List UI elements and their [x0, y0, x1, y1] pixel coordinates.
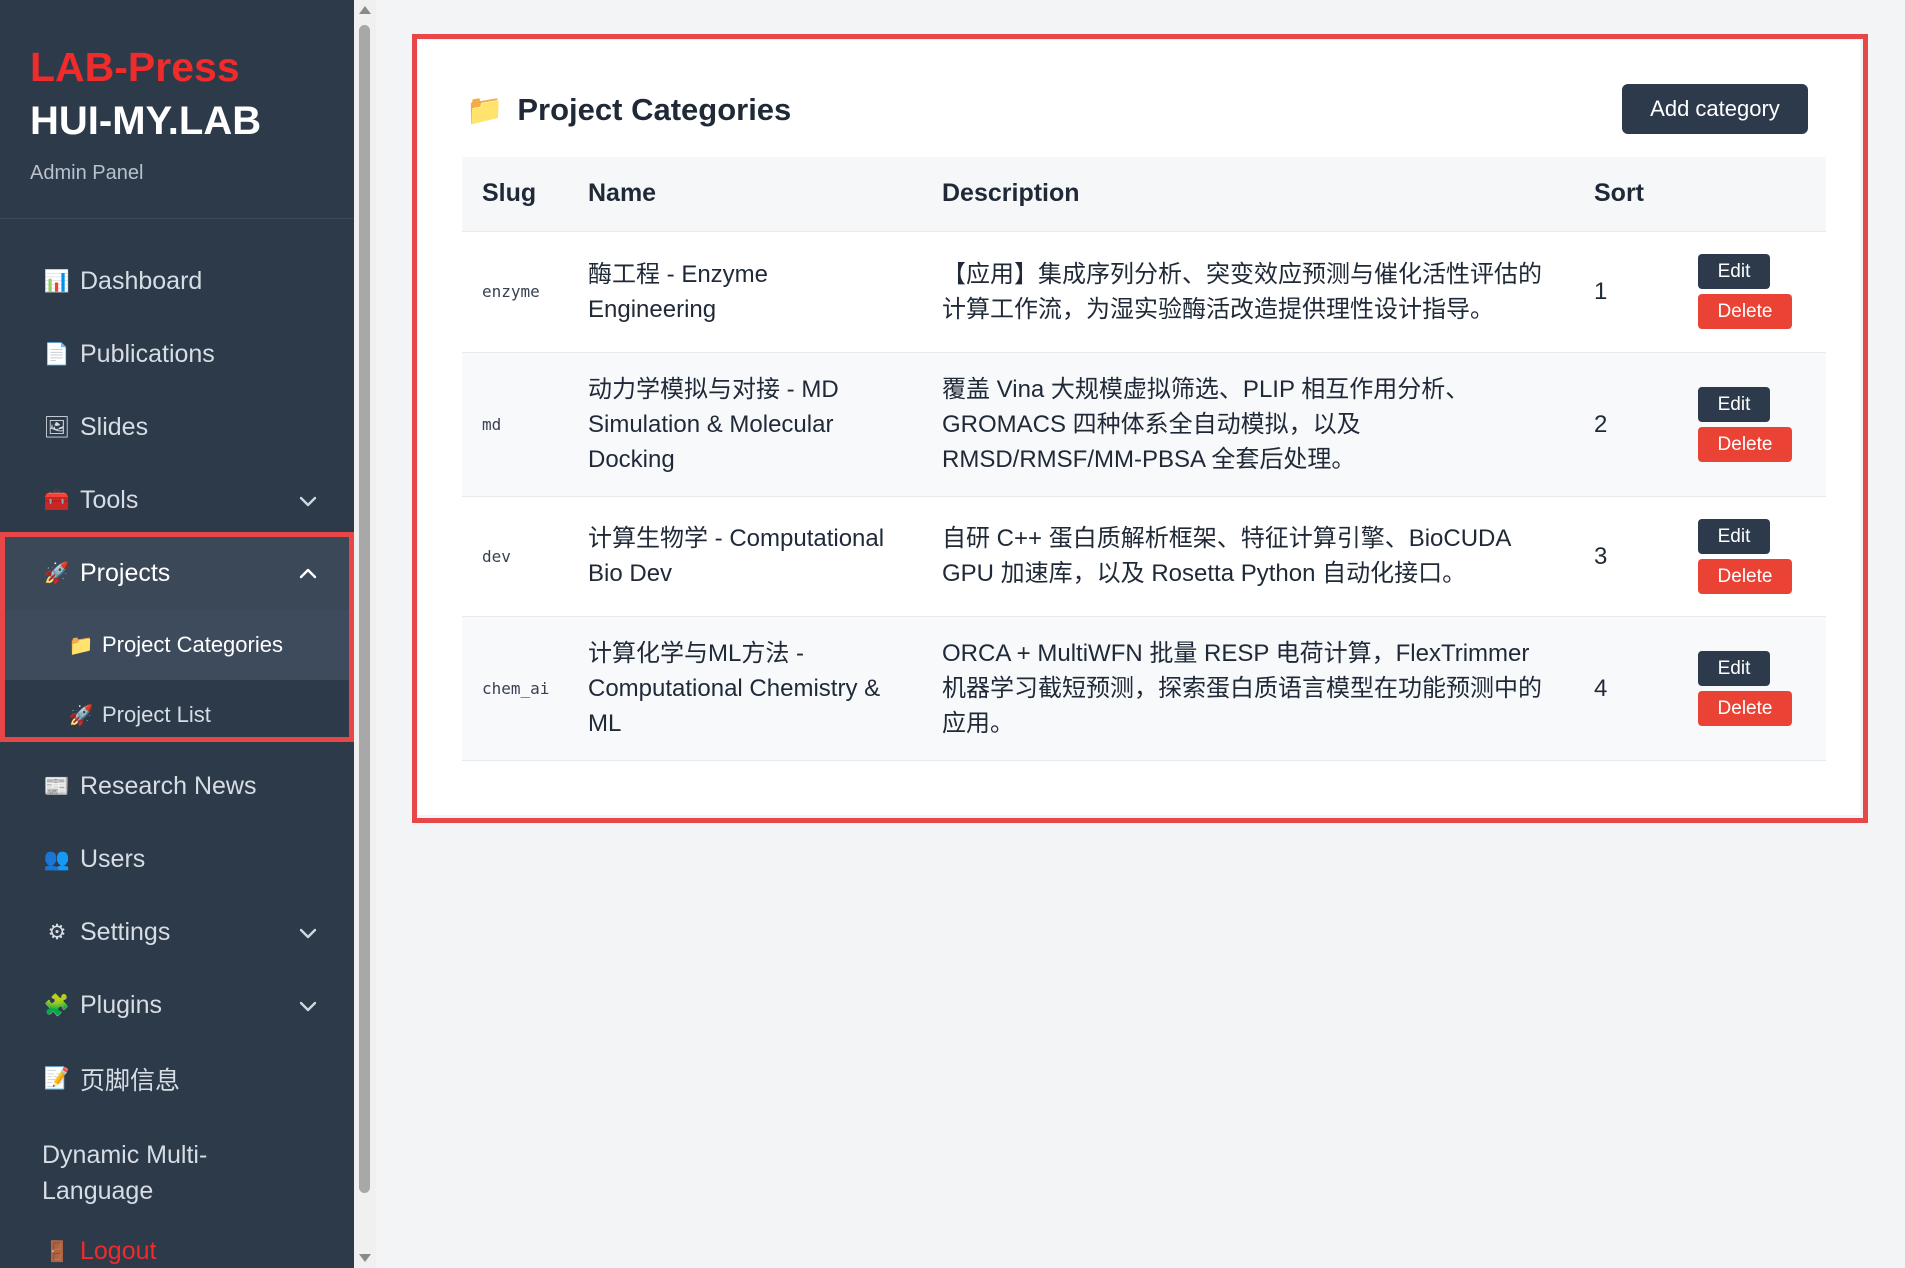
scroll-up-arrow-icon[interactable] — [359, 6, 371, 14]
delete-button[interactable]: Delete — [1698, 294, 1792, 329]
memo-icon: 📝 — [43, 1066, 71, 1090]
cell-description: ORCA + MultiWFN 批量 RESP 电荷计算，FlexTrimmer… — [922, 615, 1574, 760]
users-icon: 👥 — [43, 847, 71, 871]
cell-slug: enzyme — [462, 230, 568, 352]
sidebar-item-label: Dashboard — [80, 267, 203, 295]
sidebar-item-settings[interactable]: ⚙ Settings — [0, 896, 354, 969]
cell-name: 计算生物学 - Computational Bio Dev — [568, 495, 922, 616]
sidebar: LAB-Press HUI-MY.LAB Admin Panel 📊 Dashb… — [0, 0, 354, 1268]
table-row: md 动力学模拟与对接 - MD Simulation & Molecular … — [462, 351, 1826, 496]
sidebar-item-slides[interactable]: 🖼 Slides — [0, 391, 354, 464]
brand: LAB-Press HUI-MY.LAB Admin Panel — [0, 0, 354, 219]
page-title: 📁 Project Categories — [466, 92, 791, 128]
folder-icon: 📁 — [466, 93, 504, 127]
logout-link[interactable]: 🚪 Logout — [0, 1231, 354, 1268]
sidebar-subitem-project-categories[interactable]: 📁 Project Categories — [0, 610, 354, 680]
picture-icon: 🖼 — [43, 415, 71, 439]
sidebar-subitem-project-list[interactable]: 🚀 Project List — [0, 680, 354, 750]
sidebar-nav: 📊 Dashboard 📄 Publications 🖼 Slides 🧰 To… — [0, 245, 354, 1268]
categories-table: Slug Name Description Sort enzyme 酶工程 - … — [462, 157, 1826, 761]
cell-slug: chem_ai — [462, 615, 568, 760]
sidebar-item-research-news[interactable]: 📰 Research News — [0, 750, 354, 823]
column-header-name[interactable]: Name — [568, 157, 922, 231]
rocket-icon: 🚀 — [68, 704, 94, 727]
cell-name: 动力学模拟与对接 - MD Simulation & Molecular Doc… — [568, 351, 922, 496]
sidebar-item-plugins[interactable]: 🧩 Plugins — [0, 969, 354, 1042]
newspaper-icon: 📰 — [43, 774, 71, 798]
cell-description: 自研 C++ 蛋白质解析框架、特征计算引擎、BioCUDA GPU 加速库，以及… — [922, 495, 1574, 616]
chevron-up-icon[interactable] — [298, 564, 318, 584]
delete-button[interactable]: Delete — [1698, 690, 1792, 726]
chevron-down-icon[interactable] — [298, 996, 318, 1016]
sidebar-item-label: Users — [80, 845, 146, 873]
table-header-row: Slug Name Description Sort — [462, 157, 1826, 231]
column-header-actions — [1672, 157, 1826, 231]
project-categories-card: 📁 Project Categories Add category Slug N… — [418, 40, 1860, 815]
cell-sort: 3 — [1574, 495, 1672, 616]
sidebar-item-label: Publications — [80, 340, 215, 368]
sidebar-item-label: Settings — [80, 918, 171, 946]
brand-lab-name[interactable]: LAB-Press — [30, 40, 324, 94]
edit-button[interactable]: Edit — [1698, 650, 1770, 686]
sidebar-item-label: Dynamic Multi-Language — [42, 1141, 208, 1205]
folder-icon: 📁 — [68, 634, 94, 657]
puzzle-icon: 🧩 — [43, 993, 71, 1017]
sidebar-subitem-label: Project Categories — [102, 632, 283, 657]
chart-icon: 📊 — [43, 269, 71, 293]
cell-slug: md — [462, 351, 568, 496]
cell-sort: 4 — [1574, 615, 1672, 760]
edit-button[interactable]: Edit — [1698, 386, 1770, 422]
rocket-icon: 🚀 — [43, 561, 71, 585]
table-row: chem_ai 计算化学与ML方法 - Computational Chemis… — [462, 615, 1826, 760]
column-header-slug[interactable]: Slug — [462, 157, 568, 231]
document-icon: 📄 — [43, 342, 71, 366]
cell-description: 【应用】集成序列分析、突变效应预测与催化活性评估的计算工作流，为湿实验酶活改造提… — [922, 230, 1574, 352]
sidebar-item-publications[interactable]: 📄 Publications — [0, 318, 354, 391]
sidebar-item-dynamic-multi-language[interactable]: Dynamic Multi-Language — [0, 1115, 354, 1209]
sidebar-item-projects[interactable]: 🚀 Projects — [0, 537, 354, 610]
brand-site-name[interactable]: HUI-MY.LAB — [30, 94, 324, 148]
sidebar-item-label: Projects — [80, 559, 171, 587]
edit-button[interactable]: Edit — [1698, 254, 1770, 289]
cell-actions: Edit Delete — [1672, 351, 1826, 496]
sidebar-item-label: Research News — [80, 772, 257, 800]
gear-icon: ⚙ — [47, 921, 67, 944]
brand-subtitle: Admin Panel — [30, 162, 144, 184]
cell-slug: dev — [462, 495, 568, 616]
chevron-down-icon[interactable] — [298, 923, 318, 943]
door-icon: 🚪 — [44, 1240, 70, 1263]
sidebar-subitem-label: Project List — [102, 702, 211, 727]
sidebar-item-label: Plugins — [80, 991, 162, 1019]
sidebar-item-tools[interactable]: 🧰 Tools — [0, 464, 354, 537]
column-header-sort[interactable]: Sort — [1574, 157, 1672, 231]
column-header-description[interactable]: Description — [922, 157, 1574, 231]
table-row: dev 计算生物学 - Computational Bio Dev 自研 C++… — [462, 495, 1826, 616]
cell-actions: Edit Delete — [1672, 230, 1826, 352]
logout-label: Logout — [80, 1236, 157, 1265]
cell-name: 计算化学与ML方法 - Computational Chemistry & ML — [568, 615, 922, 760]
sidebar-item-footer-info[interactable]: 📝 页脚信息 — [0, 1042, 354, 1115]
cell-sort: 2 — [1574, 351, 1672, 496]
table-row: enzyme 酶工程 - Enzyme Engineering 【应用】集成序列… — [462, 230, 1826, 352]
edit-button[interactable]: Edit — [1698, 518, 1770, 554]
scrollbar[interactable] — [354, 0, 376, 1268]
toolbox-icon: 🧰 — [43, 488, 71, 512]
page-title-text: Project Categories — [517, 92, 792, 127]
delete-button[interactable]: Delete — [1698, 558, 1792, 594]
sidebar-item-label: Slides — [80, 413, 149, 441]
add-category-button[interactable]: Add category — [1622, 84, 1808, 134]
cell-actions: Edit Delete — [1672, 495, 1826, 616]
sidebar-item-label: 页脚信息 — [80, 1066, 181, 1095]
delete-button[interactable]: Delete — [1698, 426, 1792, 462]
scrollbar-thumb[interactable] — [359, 25, 370, 1193]
cell-actions: Edit Delete — [1672, 615, 1826, 760]
cell-description: 覆盖 Vina 大规模虚拟筛选、PLIP 相互作用分析、GROMACS 四种体系… — [922, 351, 1574, 496]
sidebar-item-users[interactable]: 👥 Users — [0, 823, 354, 896]
cell-sort: 1 — [1574, 230, 1672, 352]
cell-name: 酶工程 - Enzyme Engineering — [568, 230, 922, 352]
chevron-down-icon[interactable] — [298, 491, 318, 511]
sidebar-item-dashboard[interactable]: 📊 Dashboard — [0, 245, 354, 318]
scroll-down-arrow-icon[interactable] — [359, 1254, 371, 1262]
sidebar-item-label: Tools — [80, 486, 139, 514]
